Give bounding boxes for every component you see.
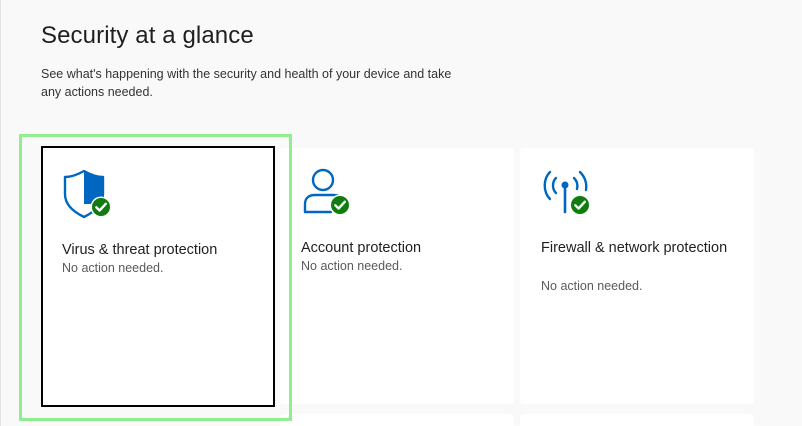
navigation-divider xyxy=(0,0,1,426)
virus-threat-protection-tile[interactable]: Virus & threat protection No action need… xyxy=(41,146,275,407)
page-description: See what's happening with the security a… xyxy=(41,67,452,99)
person-check-icon xyxy=(301,166,357,218)
shield-check-icon xyxy=(62,168,118,220)
account-protection-tile[interactable]: Account protection No action needed. xyxy=(280,148,514,404)
next-row-tile[interactable] xyxy=(280,414,514,426)
page-title: Security at a glance xyxy=(41,22,254,49)
antenna-check-icon xyxy=(541,166,597,218)
tile-status: No action needed. xyxy=(541,279,643,293)
tile-title: Firewall & network protection xyxy=(541,240,728,256)
tile-status: No action needed. xyxy=(301,259,403,273)
next-row-tile[interactable] xyxy=(520,414,754,426)
tile-title: Account protection xyxy=(301,240,422,256)
windows-security-home: Security at a glance See what's happenin… xyxy=(0,0,802,426)
tile-status: No action needed. xyxy=(62,261,164,275)
firewall-network-protection-tile[interactable]: Firewall & network protection No action … xyxy=(520,148,754,404)
tile-title: Virus & threat protection xyxy=(62,242,218,258)
